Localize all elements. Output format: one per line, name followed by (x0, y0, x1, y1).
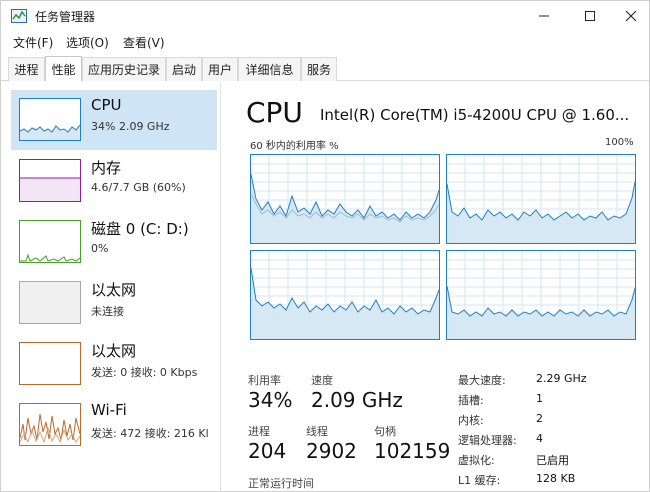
detail-label: 虚拟化: (458, 454, 495, 467)
minimize-icon (539, 15, 549, 17)
resource-sidebar: CPU 34% 2.09 GHz 内存 4.6/7.7 GB (60%) 磁盘 … (1, 82, 221, 492)
sidebar-item-subtitle: 34% 2.09 GHz (91, 120, 170, 133)
ethernet-thumbnail (19, 342, 81, 385)
cpu-core-graphs (250, 154, 638, 400)
sidebar-item-title: 磁盘 0 (C: D:) (91, 220, 189, 238)
window-title: 任务管理器 (35, 10, 96, 24)
maximize-icon (585, 11, 595, 21)
sidebar-item-wifi[interactable]: Wi-Fi 发送: 472 接收: 216 Kl (11, 395, 217, 455)
core-graph-3 (250, 250, 440, 340)
task-manager-window: 任务管理器 文件(F) 选项(O) 查看(V) 进程 性能 应用历史记录 启动 … (0, 0, 650, 492)
speed-value: 2.09 GHz (311, 388, 403, 412)
detail-value: 2.29 GHz (536, 372, 587, 385)
menu-file[interactable]: 文件(F) (13, 34, 53, 51)
sidebar-item-ethernet-1[interactable]: 以太网 未连接 (11, 273, 217, 333)
sidebar-item-disk[interactable]: 磁盘 0 (C: D:) 0% (11, 212, 217, 272)
sidebar-item-subtitle: 未连接 (91, 305, 124, 318)
disk-thumbnail (19, 220, 81, 263)
handles-value: 102159 (374, 439, 451, 463)
processes-label: 进程 (248, 425, 270, 438)
task-manager-icon (11, 9, 27, 23)
handles-label: 句柄 (374, 425, 396, 438)
wifi-mini-graph (20, 413, 80, 444)
speed-label: 速度 (311, 374, 333, 387)
sidebar-item-title: CPU (91, 96, 122, 114)
tab-processes[interactable]: 进程 (8, 57, 45, 81)
sidebar-item-title: Wi-Fi (91, 401, 127, 419)
uptime-label: 正常运行时间 (248, 477, 314, 490)
core-graph-1 (250, 154, 440, 244)
tab-app-history[interactable]: 应用历史记录 (82, 57, 166, 81)
minimize-button[interactable] (521, 1, 567, 31)
wifi-thumbnail (19, 403, 81, 446)
threads-value: 2902 (306, 439, 357, 463)
detail-label: 逻辑处理器: (458, 434, 517, 447)
threads-label: 线程 (306, 425, 328, 438)
close-icon (625, 10, 637, 22)
detail-label: L1 缓存: (458, 474, 501, 487)
tab-services[interactable]: 服务 (301, 57, 337, 81)
detail-value: 128 KB (536, 472, 576, 485)
menu-options[interactable]: 选项(O) (66, 34, 109, 51)
detail-value: 1 (536, 392, 543, 405)
sidebar-item-cpu[interactable]: CPU 34% 2.09 GHz (11, 90, 217, 150)
utilization-label: 利用率 (248, 374, 281, 387)
memory-thumbnail (19, 159, 81, 202)
detail-label: 插槽: (458, 394, 484, 407)
cpu-detail-panel: CPU Intel(R) Core(TM) i5-4200U CPU @ 1.6… (222, 82, 650, 492)
tab-performance[interactable]: 性能 (45, 56, 82, 81)
processes-value: 204 (248, 439, 287, 463)
tab-startup[interactable]: 启动 (166, 57, 202, 81)
sidebar-item-title: 内存 (91, 159, 122, 177)
graph-max-label: 100% (605, 137, 634, 148)
maximize-button[interactable] (567, 1, 613, 31)
cpu-mini-graph (20, 124, 80, 140)
sidebar-item-memory[interactable]: 内存 4.6/7.7 GB (60%) (11, 151, 217, 211)
detail-label: 最大速度: (458, 374, 506, 387)
detail-value: 2 (536, 412, 543, 425)
cpu-thumbnail (19, 98, 81, 141)
menu-view[interactable]: 查看(V) (123, 34, 165, 51)
page-title: CPU (246, 96, 303, 129)
sidebar-item-subtitle: 0% (91, 242, 109, 255)
core-graph-4 (446, 250, 636, 340)
tab-users[interactable]: 用户 (202, 57, 238, 81)
core-graph-2 (446, 154, 636, 244)
tab-details[interactable]: 详细信息 (238, 57, 301, 81)
close-button[interactable] (611, 1, 650, 31)
disk-mini-graph (20, 253, 80, 262)
memory-mini-graph (20, 177, 80, 201)
sidebar-item-subtitle: 4.6/7.7 GB (60%) (91, 181, 186, 194)
detail-value: 已启用 (536, 454, 569, 467)
sidebar-item-ethernet-2[interactable]: 以太网 发送: 0 接收: 0 Kbps (11, 334, 217, 394)
utilization-value: 34% (248, 388, 293, 412)
title-bar[interactable]: 任务管理器 (1, 1, 650, 31)
ethernet-thumbnail (19, 281, 81, 324)
detail-label: 内核: (458, 414, 484, 427)
sidebar-item-title: 以太网 (91, 342, 137, 360)
sidebar-item-subtitle: 发送: 0 接收: 0 Kbps (91, 366, 198, 379)
sidebar-item-title: 以太网 (91, 281, 137, 299)
tab-bar: 进程 性能 应用历史记录 启动 用户 详细信息 服务 (1, 56, 650, 81)
graph-caption: 60 秒内的利用率 % (250, 141, 339, 152)
detail-value: 4 (536, 432, 543, 445)
sidebar-item-subtitle: 发送: 472 接收: 216 Kl (91, 427, 209, 440)
cpu-model-name: Intel(R) Core(TM) i5-4200U CPU @ 1.60... (320, 106, 630, 124)
menu-bar: 文件(F) 选项(O) 查看(V) (1, 32, 650, 52)
